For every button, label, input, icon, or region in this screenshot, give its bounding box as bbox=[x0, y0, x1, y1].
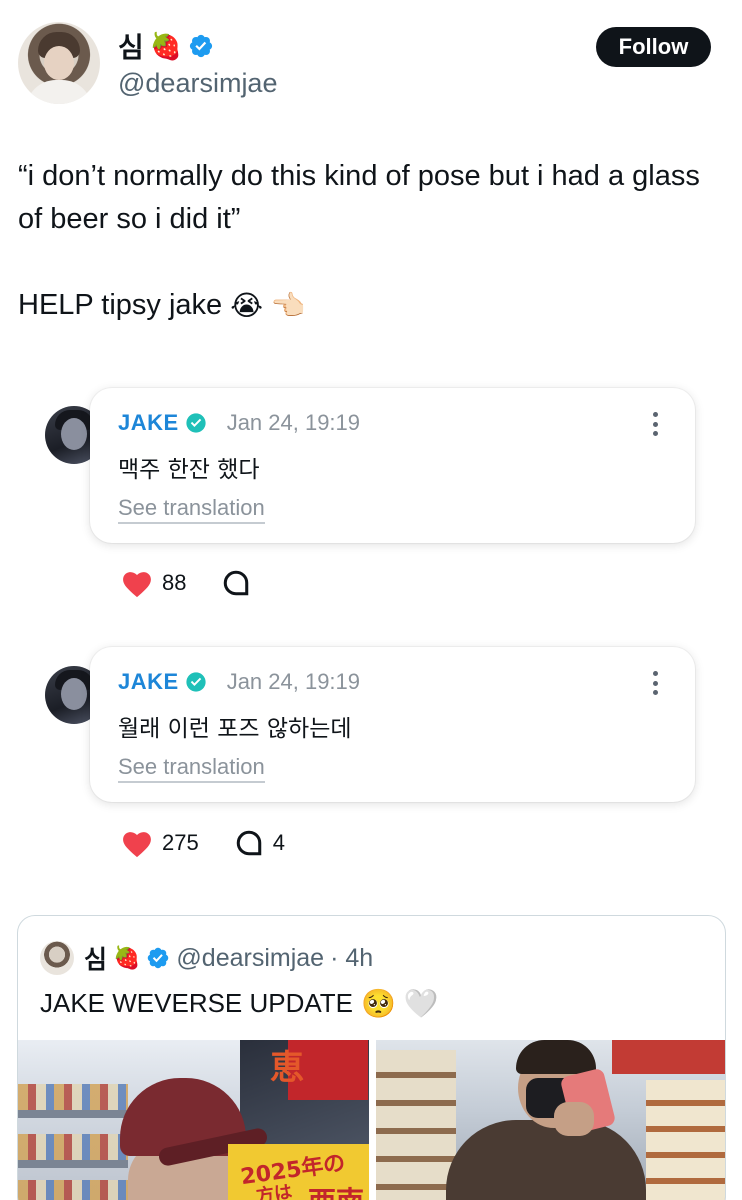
weverse-comment-card: JAKE Jan 24, 19:19 맥주 한잔 했다 See translat… bbox=[90, 388, 695, 543]
comment-date: Jan 24, 19:19 bbox=[226, 669, 361, 694]
comment-body: 맥주 한잔 했다 bbox=[118, 457, 260, 483]
reply-bubble-icon[interactable] bbox=[222, 569, 250, 597]
tweet-line2-text: HELP tipsy jake bbox=[18, 289, 223, 321]
quoted-tweet[interactable]: 심 🍓 @dearsimjae · 4h JAKE WEVERSE UPDATE… bbox=[17, 915, 726, 1200]
verified-check-icon bbox=[186, 413, 206, 433]
white-heart-emoji: 🤍 bbox=[403, 987, 439, 1019]
comment-header: JAKE Jan 24, 19:19 bbox=[118, 669, 360, 695]
see-translation-link[interactable]: See translation bbox=[118, 495, 265, 524]
verified-check-icon bbox=[186, 672, 206, 692]
weverse-comment-card: JAKE Jan 24, 19:19 월래 이런 포즈 않하는데 See tra… bbox=[90, 647, 695, 802]
quoted-photo-2[interactable] bbox=[376, 1040, 725, 1200]
comment-author-name[interactable]: JAKE bbox=[118, 669, 179, 695]
comment-stats: 88 bbox=[120, 568, 260, 598]
quoted-author-handle[interactable]: @dearsimjae bbox=[176, 944, 324, 973]
quoted-photo-1[interactable]: 恵 2025年の 方は 西南 bbox=[18, 1040, 369, 1200]
author-display-name[interactable]: 심 bbox=[118, 26, 144, 66]
heart-icon[interactable] bbox=[120, 828, 154, 858]
heart-icon[interactable] bbox=[120, 568, 154, 598]
more-options-icon[interactable] bbox=[651, 671, 659, 695]
comment-stats: 275 4 bbox=[120, 828, 285, 858]
strawberry-emoji: 🍓 bbox=[113, 945, 141, 970]
author-handle[interactable]: @dearsimjae bbox=[118, 68, 277, 99]
comment-date: Jan 24, 19:19 bbox=[226, 410, 361, 435]
follow-button[interactable]: Follow bbox=[596, 27, 711, 67]
sign-text-southwest: 西南 bbox=[308, 1180, 364, 1200]
tweet-header: 심 🍓 @dearsimjae Follow bbox=[0, 0, 742, 120]
tweet-text-line2: HELP tipsy jake 😭 👈🏻 bbox=[18, 284, 306, 327]
see-translation-link[interactable]: See translation bbox=[118, 754, 265, 783]
quoted-author-name[interactable]: 심 bbox=[84, 940, 107, 976]
store-sign-text: 恵 bbox=[270, 1048, 304, 1088]
author-avatar[interactable] bbox=[18, 22, 100, 104]
crying-emoji: 😭 bbox=[230, 289, 263, 321]
comment-author-name[interactable]: JAKE bbox=[118, 410, 179, 436]
strawberry-emoji: 🍓 bbox=[149, 31, 183, 61]
like-count: 88 bbox=[162, 570, 187, 595]
author-name-row[interactable]: 심 🍓 bbox=[118, 26, 214, 66]
quoted-tweet-header: 심 🍓 @dearsimjae · 4h bbox=[40, 940, 373, 976]
like-count: 275 bbox=[162, 830, 199, 855]
comment-header: JAKE Jan 24, 19:19 bbox=[118, 410, 360, 436]
sign-text-direction: 方は bbox=[254, 1181, 294, 1200]
quoted-text: JAKE WEVERSE UPDATE bbox=[40, 988, 354, 1018]
comment-body: 월래 이런 포즈 않하는데 bbox=[118, 716, 352, 742]
pleading-face-emoji: 🥺 bbox=[361, 987, 396, 1019]
verified-badge-icon bbox=[190, 34, 213, 58]
quoted-author-avatar[interactable] bbox=[40, 941, 74, 975]
reply-count: 4 bbox=[272, 830, 285, 855]
reply-bubble-icon[interactable] bbox=[235, 829, 263, 857]
quoted-tweet-time: · 4h bbox=[330, 943, 374, 972]
quoted-tweet-text: JAKE WEVERSE UPDATE 🥺 🤍 bbox=[40, 988, 439, 1019]
verified-badge-icon bbox=[148, 947, 169, 969]
tweet-text: “i don’t normally do this kind of pose b… bbox=[18, 160, 700, 235]
more-options-icon[interactable] bbox=[651, 412, 659, 436]
pointing-left-emoji: 👈🏻 bbox=[270, 289, 306, 321]
